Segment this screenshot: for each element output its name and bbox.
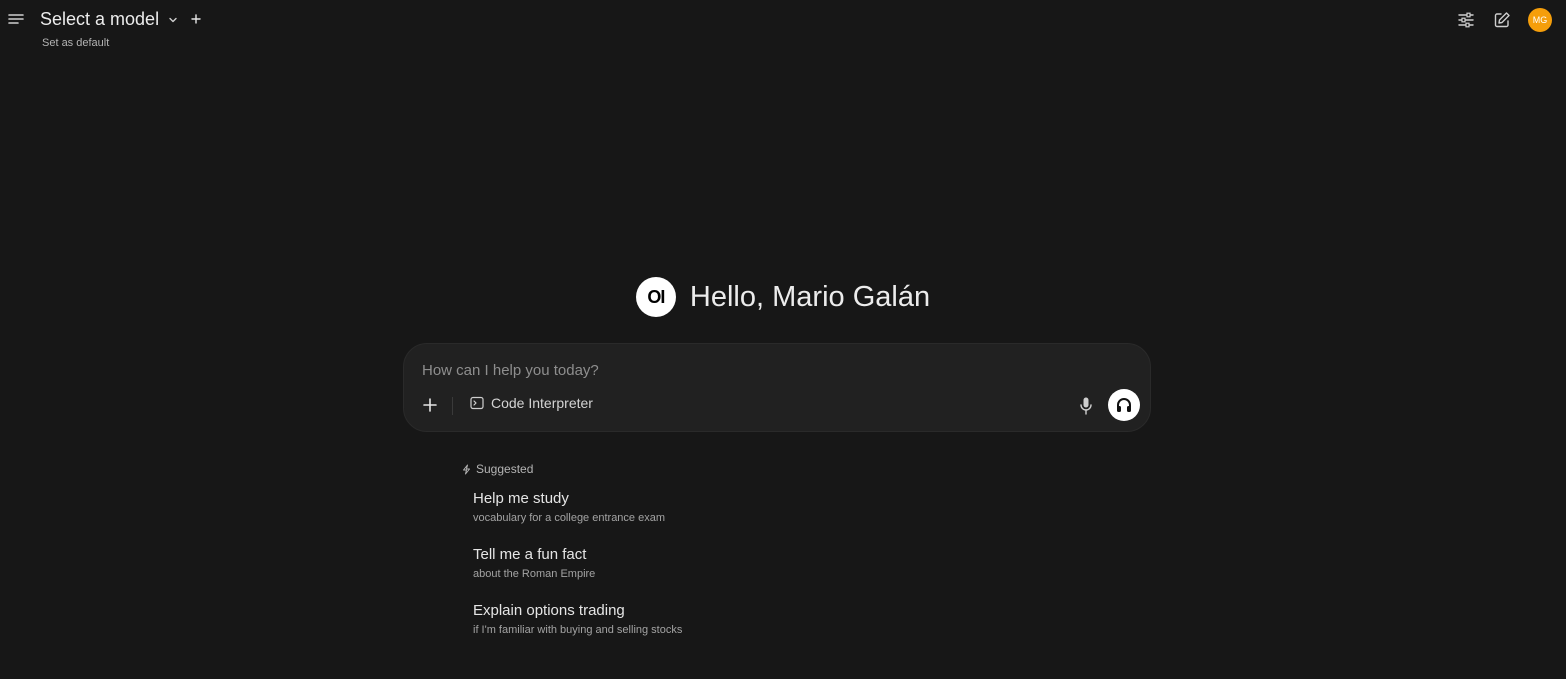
model-selector[interactable]: Select a model	[40, 9, 179, 30]
voice-mode-button[interactable]	[1108, 389, 1140, 421]
sliders-icon	[1458, 12, 1474, 28]
user-avatar[interactable]: MG	[1528, 8, 1552, 32]
suggested-prompts: Suggested Help me study vocabulary for a…	[461, 462, 1101, 658]
edit-icon	[1494, 12, 1510, 28]
suggestion-title: Tell me a fun fact	[473, 546, 587, 563]
model-select-label: Select a model	[40, 9, 160, 29]
top-bar: Select a model Set as default MG	[0, 0, 1566, 60]
suggested-label: Suggested	[476, 462, 534, 476]
suggestion-title: Help me study	[473, 490, 569, 507]
sidebar-toggle-button[interactable]	[6, 9, 26, 29]
suggested-header: Suggested	[461, 462, 1101, 476]
attach-button[interactable]	[421, 395, 439, 415]
add-model-button[interactable]	[189, 11, 203, 27]
plus-icon	[191, 14, 201, 24]
code-interpreter-toggle[interactable]: Code Interpreter	[470, 395, 593, 411]
suggestion-title: Explain options trading	[473, 602, 625, 619]
top-right-controls: MG	[1456, 8, 1552, 32]
greeting: OI Hello, Mario Galán	[0, 277, 1566, 317]
suggestion-item[interactable]: Tell me a fun fact about the Roman Empir…	[461, 546, 1101, 602]
set-as-default-link[interactable]: Set as default	[42, 37, 109, 49]
suggestion-subtitle: vocabulary for a college entrance exam	[473, 512, 665, 524]
suggestion-item[interactable]: Explain options trading if I'm familiar …	[461, 602, 1101, 658]
chevron-down-icon	[169, 17, 177, 22]
plus-icon	[423, 398, 437, 412]
code-interpreter-label: Code Interpreter	[491, 395, 593, 411]
app-logo: OI	[635, 277, 676, 317]
terminal-icon	[470, 396, 484, 410]
bolt-icon	[463, 464, 470, 474]
dictate-button[interactable]	[1077, 395, 1095, 417]
microphone-icon	[1080, 397, 1092, 415]
controls-button[interactable]	[1456, 10, 1476, 30]
greeting-text: Hello, Mario Galán	[689, 280, 931, 313]
suggestion-subtitle: if I'm familiar with buying and selling …	[473, 624, 683, 636]
headphones-icon	[1117, 398, 1131, 412]
suggestion-subtitle: about the Roman Empire	[473, 568, 596, 580]
menu-icon	[8, 14, 24, 24]
new-chat-button[interactable]	[1492, 10, 1512, 30]
divider	[452, 397, 453, 415]
chat-input[interactable]	[422, 360, 1062, 380]
suggestion-item[interactable]: Help me study vocabulary for a college e…	[461, 490, 1101, 546]
chat-composer: Code Interpreter	[403, 343, 1151, 432]
